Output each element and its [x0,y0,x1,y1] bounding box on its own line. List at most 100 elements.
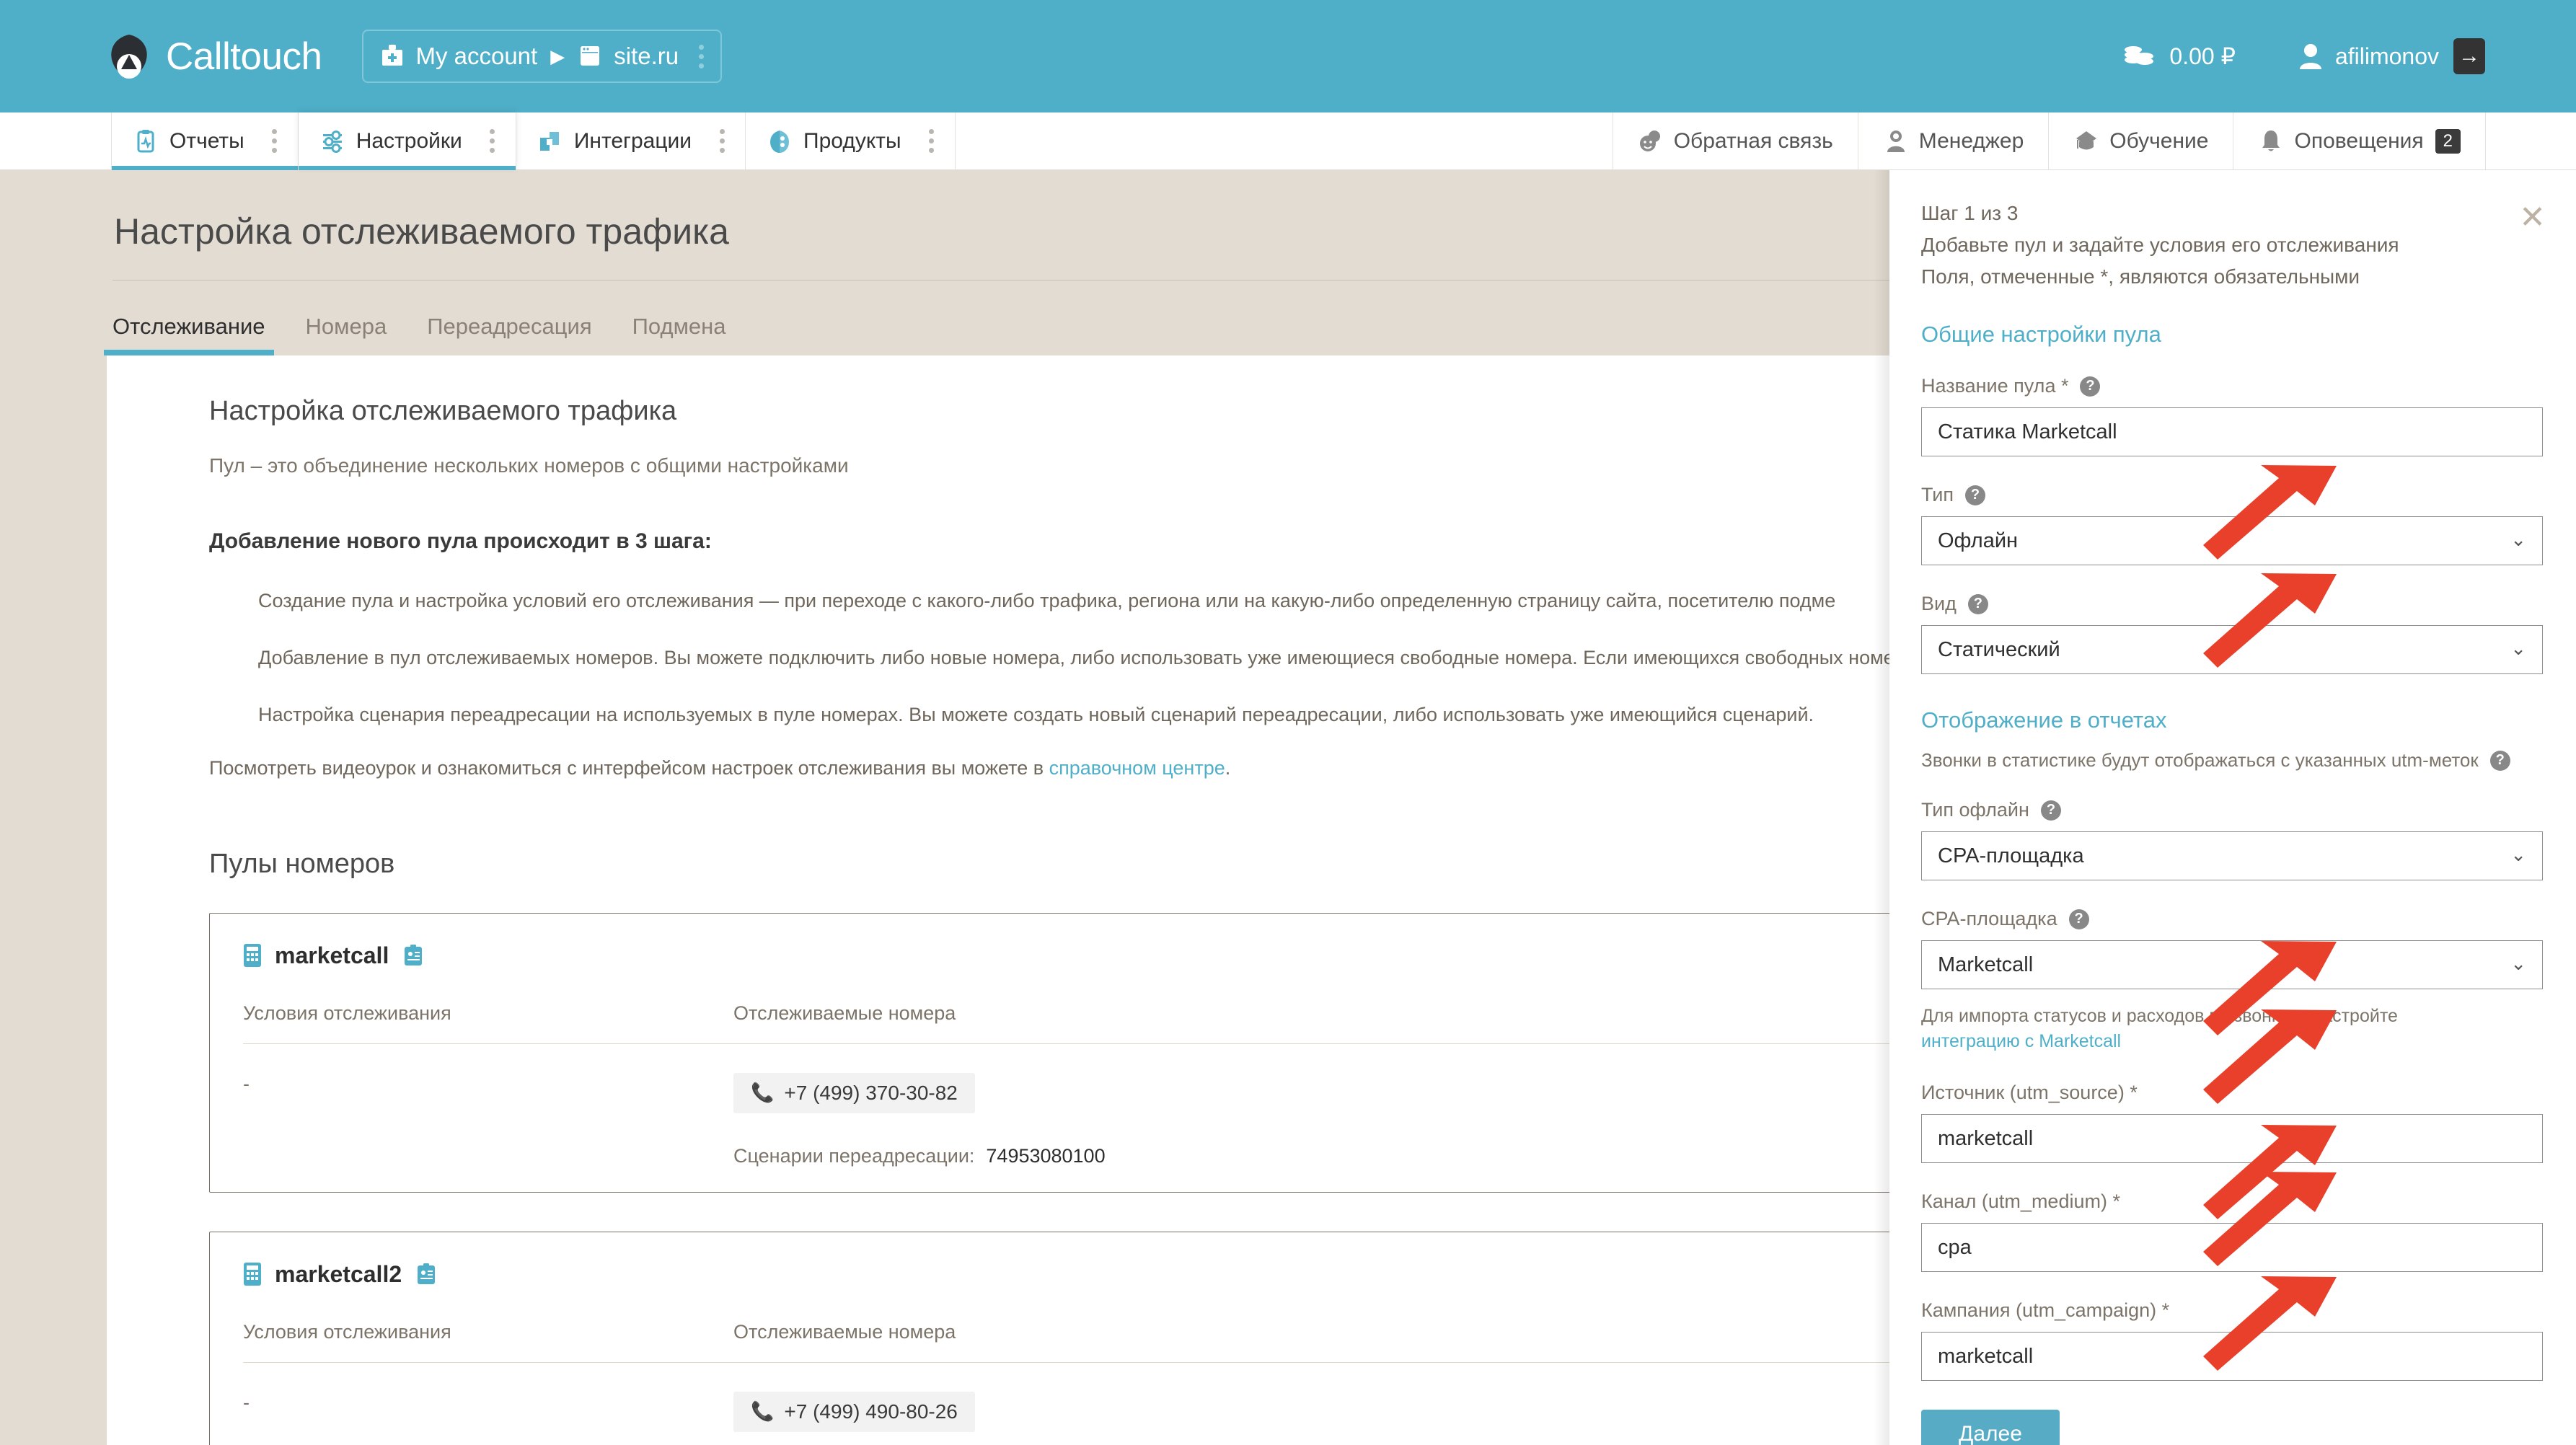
chevron-down-icon: ⌄ [2510,843,2526,865]
help-icon[interactable]: ? [2080,376,2101,397]
bell-icon [2258,128,2284,154]
offline-type-select-value: CPA-площадка [1938,844,2084,867]
wizard-required-note: Поля, отмеченные *, являются обязательны… [1921,265,2360,288]
help-icon[interactable]: ? [2040,800,2061,821]
label-text: Тип [1921,484,1954,505]
nav-item-settings[interactable]: Настройки [298,112,516,170]
help-icon[interactable]: ? [1967,593,1988,614]
logout-icon[interactable]: → [2453,38,2485,74]
wizard-description: Добавьте пул и задайте условия его отсле… [1921,234,2399,256]
nav-menu-products-icon[interactable] [917,129,946,153]
kind-select-value: Статический [1938,637,2060,661]
close-icon[interactable]: ✕ [2519,202,2546,234]
phone-icon: 📞 [751,1082,775,1104]
pool-tag-icon[interactable] [403,944,423,967]
feedback-icon [1638,128,1664,154]
label-text: Источник (utm_source) * [1921,1082,2138,1103]
coins-icon [2123,44,2155,69]
nav-spacer [2485,112,2576,169]
nav-label-integrations: Интеграции [573,128,692,153]
integration-link[interactable]: интеграцию с Marketcall [1921,1029,2543,1054]
help-icon[interactable]: ? [2489,750,2510,771]
nav-item-feedback[interactable]: Обратная связь [1612,112,1858,169]
chevron-down-icon: ⌄ [2510,637,2526,659]
next-button[interactable]: Далее [1921,1410,2060,1445]
label-text: Название пула * [1921,375,2069,397]
pool-name-input[interactable] [1921,407,2543,456]
chevron-down-icon: ⌄ [2510,528,2526,550]
forwarding-value: 74953080100 [986,1144,1106,1167]
forwarding-label: Сценарии переадресации: [733,1144,975,1167]
utm-source-input[interactable] [1921,1114,2543,1163]
help-center-link[interactable]: справочном центре [1049,757,1225,779]
col-header-conditions: Условия отслеживания [243,1002,451,1024]
report-icon [133,129,158,154]
wizard-step-indicator: Шаг 1 из 3 [1921,202,2019,224]
phone-icon: 📞 [751,1400,775,1423]
cpa-select[interactable]: Marketcall ⌄ [1921,940,2543,989]
phone-number: +7 (499) 490-80-26 [784,1400,958,1423]
pool-name: marketcall2 [275,1260,402,1287]
account-label: My account [415,43,538,69]
tab-substitution[interactable]: Подмена [632,314,726,355]
phone-number-chip[interactable]: 📞 +7 (499) 370-30-82 [733,1072,975,1113]
type-select[interactable]: Офлайн ⌄ [1921,516,2543,565]
account-switcher[interactable]: My account ▶ site.ru [362,30,723,83]
field-label-offline-type: Тип офлайн ? [1921,799,2543,821]
cpa-select-value: Marketcall [1938,953,2034,976]
user-icon [2298,43,2324,70]
col-header-numbers: Отслеживаемые номера [733,1002,956,1024]
chevron-down-icon: ⌄ [2510,952,2526,974]
username: afilimonov [2334,43,2439,69]
label-text: Канал (utm_medium) * [1921,1190,2120,1212]
nav-item-manager[interactable]: Менеджер [1857,112,2049,169]
label-text: Вид [1921,593,1957,614]
pool-tag-icon[interactable] [416,1263,436,1286]
balance-amount: 0.00 ₽ [2169,43,2236,69]
calltouch-logo-icon [107,33,151,79]
nav-item-training[interactable]: Обучение [2048,112,2233,169]
tab-forwarding[interactable]: Переадресация [427,314,591,355]
tab-tracking[interactable]: Отслеживание [104,314,274,355]
help-icon[interactable]: ? [2068,909,2089,929]
type-select-value: Офлайн [1938,529,2019,552]
brand-logo[interactable]: Calltouch [107,33,322,79]
phone-number-chip[interactable]: 📞 +7 (499) 490-80-26 [733,1391,975,1432]
pool-forwarding: Сценарии переадресации: 74953080100 [733,1145,1106,1167]
nav-item-integrations[interactable]: Интеграции [516,112,746,169]
main-navigation: Отчеты Настройки Интеграции Продукты Обр… [0,112,2576,170]
chevron-right-icon: ▶ [550,45,565,67]
pool-numbers-cell: 📞 +7 (499) 370-30-82 Сценарии переадреса… [733,1072,1106,1167]
section-general-settings: Общие настройки пула [1921,322,2161,347]
help-note-text: Посмотреть видеоурок и ознакомиться с ин… [209,756,1049,779]
user-menu[interactable]: afilimonov → [2298,38,2485,74]
training-icon [2073,128,2099,154]
utm-campaign-input[interactable] [1921,1332,2543,1381]
header-right-group: 0.00 ₽ afilimonov → [2123,38,2485,74]
field-label-type: Тип ? [1921,484,2543,506]
col-header-numbers: Отслеживаемые номера [733,1320,956,1343]
help-icon[interactable]: ? [1965,485,1986,505]
balance-widget[interactable]: 0.00 ₽ [2123,43,2236,70]
tab-numbers[interactable]: Номера [306,314,387,355]
nav-menu-reports-icon[interactable] [260,129,289,153]
notifications-badge: 2 [2435,128,2461,154]
field-label-cpa: CPA-площадка ? [1921,908,2543,930]
pool-numbers-cell: 📞 +7 (499) 490-80-26 Сценарии переадреса… [733,1391,1106,1445]
nav-menu-integrations-icon[interactable] [707,129,736,153]
utm-medium-input[interactable] [1921,1223,2543,1272]
nav-item-products[interactable]: Продукты [746,112,956,169]
nav-item-reports[interactable]: Отчеты [111,112,299,170]
pool-wizard-panel: ✕ Шаг 1 из 3 Добавьте пул и задайте усло… [1889,170,2576,1445]
offline-type-select[interactable]: CPA-площадка ⌄ [1921,831,2543,880]
settings-icon [320,129,345,154]
account-menu-icon[interactable] [693,44,709,69]
field-label-utm-source: Источник (utm_source) * [1921,1082,2543,1104]
nav-item-notifications[interactable]: Оповещения 2 [2233,112,2485,169]
label-text: Кампания (utm_campaign) * [1921,1299,2170,1321]
brand-name: Calltouch [166,35,322,78]
phone-number: +7 (499) 370-30-82 [784,1081,958,1104]
integration-note: Для импорта статусов и расходов по звонк… [1921,1004,2543,1054]
kind-select[interactable]: Статический ⌄ [1921,625,2543,674]
nav-menu-settings-icon[interactable] [478,129,507,153]
